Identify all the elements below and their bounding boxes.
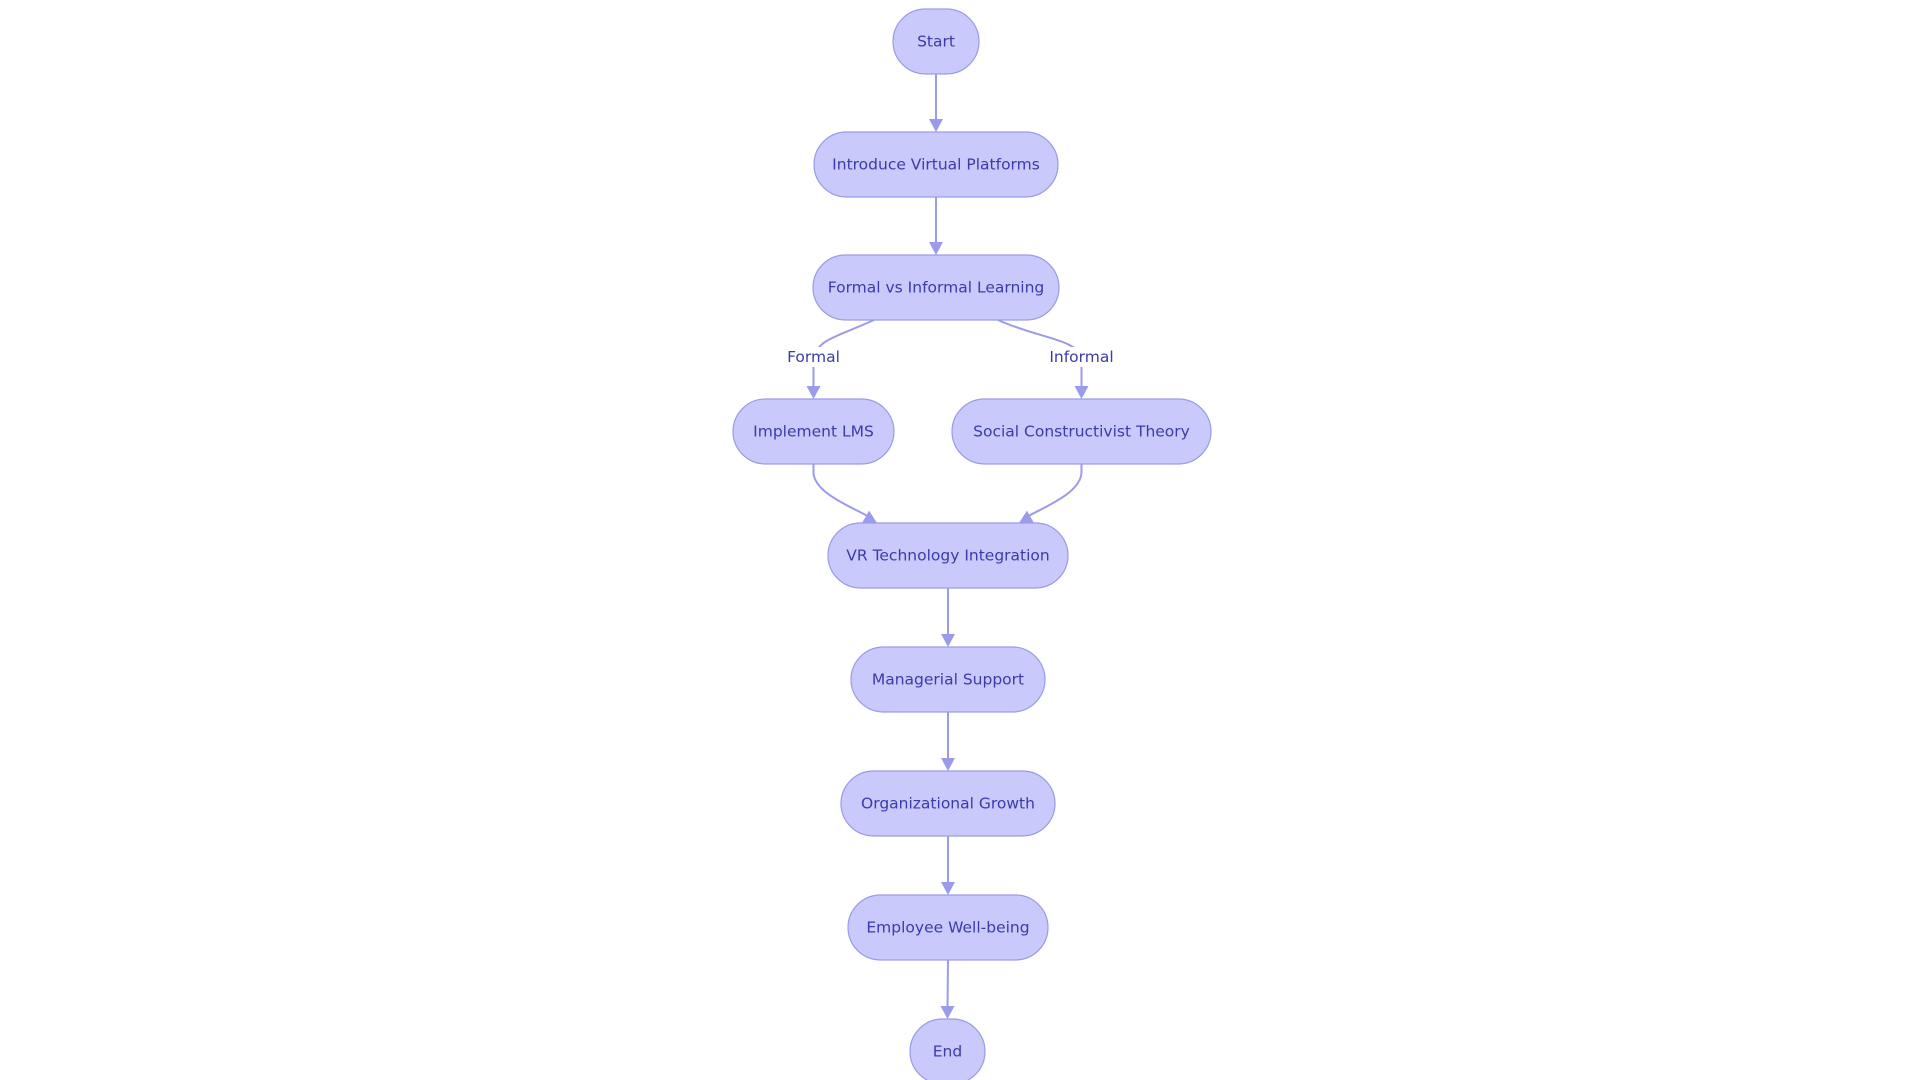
arrowhead-icon — [1074, 386, 1089, 399]
arrowhead-icon — [941, 634, 955, 647]
node-introduce[interactable]: Introduce Virtual Platforms — [813, 131, 1059, 198]
arrowhead-icon — [941, 882, 955, 895]
edge-vr-to-managerial — [941, 588, 955, 647]
edge-label: Formal — [787, 348, 840, 366]
edge-line — [812, 464, 870, 518]
edge-wellbeing-to-end — [940, 959, 955, 1019]
arrowhead-icon — [1019, 510, 1034, 523]
edge-label: Informal — [1049, 348, 1113, 366]
edge-social-to-vr — [1019, 464, 1083, 523]
arrowhead-icon — [862, 510, 877, 523]
edge-start-to-introduce — [929, 74, 943, 132]
edge-line — [1026, 464, 1083, 518]
edge-formal_informal-to-social: Informal — [997, 319, 1114, 399]
arrowhead-icon — [940, 1006, 955, 1019]
nodes-layer: Start Introduce Virtual Platforms Formal v… — [732, 8, 1212, 1080]
node-formal-informal[interactable]: Formal vs Informal Learning — [812, 254, 1060, 321]
node-label: Organizational Growth — [861, 795, 1035, 813]
node-label: Start — [917, 33, 955, 51]
edge-org_growth-to-wellbeing — [941, 836, 955, 895]
node-org-growth[interactable]: Organizational Growth — [840, 770, 1056, 837]
node-label: Managerial Support — [872, 671, 1024, 689]
arrowhead-icon — [929, 242, 943, 255]
arrowhead-icon — [806, 386, 821, 399]
node-lms[interactable]: Implement LMS — [732, 398, 895, 465]
flowchart-canvas: Formal Informal Start Introduce Virtual Pl… — [732, 8, 1212, 1080]
edge-formal_informal-to-lms: Formal — [781, 319, 875, 399]
node-label: Implement LMS — [753, 423, 874, 441]
edge-introduce-to-formal_informal — [929, 197, 943, 255]
node-label: Social Constructivist Theory — [973, 423, 1190, 441]
node-label: Employee Well-being — [866, 919, 1029, 937]
node-label: End — [933, 1043, 962, 1061]
arrowhead-icon — [941, 758, 955, 771]
node-vr[interactable]: VR Technology Integration — [827, 522, 1069, 589]
edge-line — [946, 959, 949, 1008]
arrowhead-icon — [929, 119, 943, 132]
node-end[interactable]: End — [909, 1018, 986, 1080]
node-label: Formal vs Informal Learning — [828, 279, 1045, 297]
node-label: Introduce Virtual Platforms — [832, 156, 1040, 174]
edge-lms-to-vr — [812, 464, 877, 523]
node-start[interactable]: Start — [892, 8, 980, 75]
node-label: VR Technology Integration — [846, 547, 1049, 565]
node-social[interactable]: Social Constructivist Theory — [951, 398, 1212, 465]
node-wellbeing[interactable]: Employee Well-being — [847, 894, 1049, 961]
node-managerial[interactable]: Managerial Support — [850, 646, 1046, 713]
edge-managerial-to-org_growth — [941, 712, 955, 771]
